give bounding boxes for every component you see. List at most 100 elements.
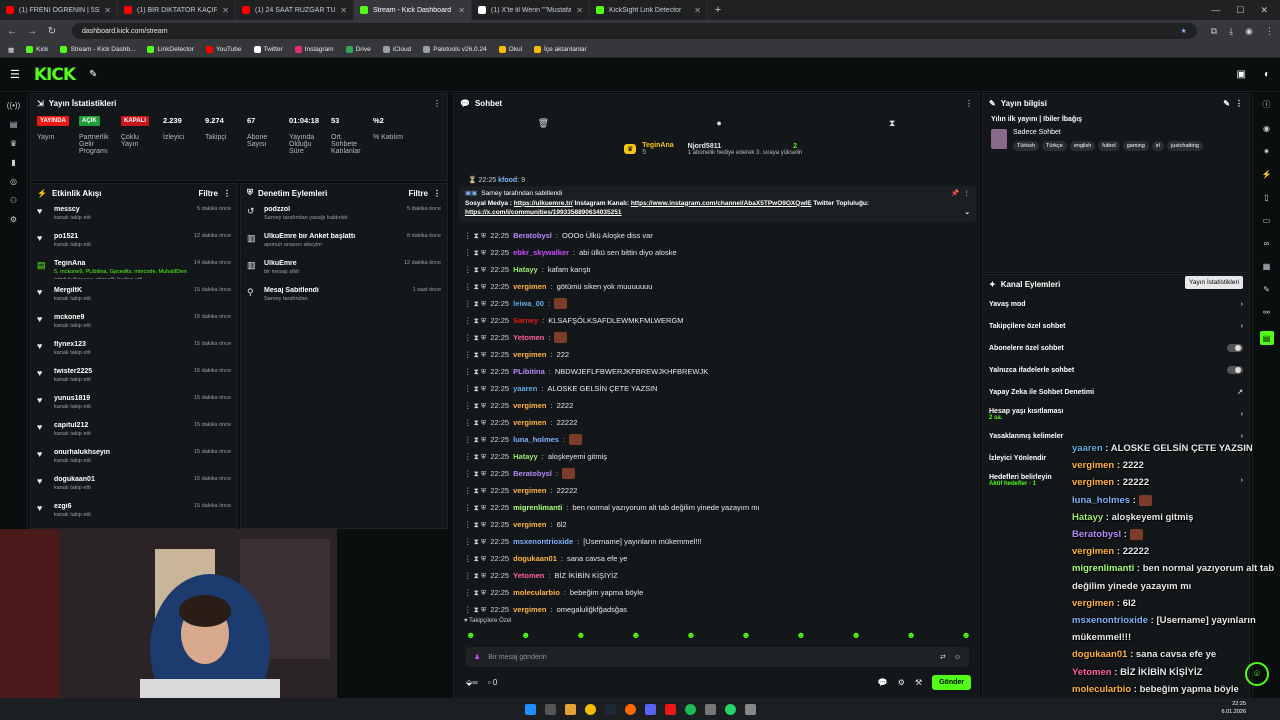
message-actions-icon[interactable]: ⋮ ⧗ ⛨: [464, 418, 486, 428]
chevron-right-icon[interactable]: ›: [1241, 433, 1243, 440]
message-user[interactable]: dogukaan01: [513, 554, 557, 563]
download-icon[interactable]: ⤓: [1229, 26, 1233, 37]
chat-message[interactable]: ⋮ ⧗ ⛨ 22:25 vergimen:222: [464, 346, 969, 363]
activity-filter-button[interactable]: Filtre: [198, 189, 218, 198]
message-user[interactable]: molecularbio: [513, 588, 560, 597]
points-icon[interactable]: ⬙∞: [466, 678, 478, 687]
chat-message[interactable]: ⋮ ⧗ ⛨ 22:25 Hatayy: aloşkeyemi gitmiş: [464, 448, 969, 465]
highlight-icon[interactable]: ▤: [1259, 331, 1274, 345]
layout-icon[interactable]: ▣: [1237, 69, 1246, 80]
feed-item[interactable]: ♥ mckone9 kanalı takip etti 15 dakika önce: [31, 310, 237, 337]
new-tab-button[interactable]: +: [708, 4, 728, 16]
stream-tag[interactable]: english: [1069, 141, 1096, 151]
emote-icon[interactable]: ☻: [521, 630, 530, 640]
browser-tab[interactable]: KickSight Link Detector ✕: [590, 0, 708, 20]
message-user[interactable]: Yetomen: [513, 571, 544, 580]
chat-message[interactable]: ⋮ ⧗ ⛨ 22:25 Beratobysl: OOOo Ülkü Aloşke di…: [464, 227, 969, 244]
bookmark-item[interactable]: Kick: [26, 46, 48, 53]
chat-message[interactable]: ⋮ ⧗ ⛨ 22:25 vergimen:22222: [464, 482, 969, 499]
doc-icon[interactable]: ▯: [1264, 193, 1268, 202]
bookmark-item[interactable]: Drive: [345, 46, 371, 53]
app3-icon[interactable]: [744, 703, 756, 715]
chat-message[interactable]: ⋮ ⧗ ⛨ 22:25 PLibitina: NBDWJEFLFBWERJKFBREW…: [464, 363, 969, 380]
toggle-switch[interactable]: [1227, 366, 1243, 374]
chat-message[interactable]: ⋮ ⧗ ⛨ 22:25 vergimen: götümü siken yok muuu…: [464, 278, 969, 295]
share-icon[interactable]: ⚯: [1263, 308, 1270, 317]
feed-item[interactable]: ♥ flynex123 kanalı takip etti 15 dakika önc…: [31, 337, 237, 364]
message-actions-icon[interactable]: ⋮ ⧗ ⛨: [464, 248, 486, 258]
chat-rail-icon[interactable]: ▭: [1263, 216, 1271, 225]
feed-item[interactable]: ▤ TeginAna 5, mckone9, PLibitina, Gpcedits…: [31, 256, 237, 283]
chat-message[interactable]: ⋮ ⧗ ⛨ 22:25 msxenontrioxide: [Username] yay…: [464, 533, 969, 550]
chat-more-icon[interactable]: ⋮: [965, 99, 973, 108]
action-row[interactable]: Yavaş mod ›: [983, 293, 1249, 315]
tab-close-icon[interactable]: ✕: [576, 6, 583, 15]
hamburger-icon[interactable]: ☰: [10, 68, 20, 81]
message-user[interactable]: PLibitina: [513, 367, 545, 376]
expand-icon[interactable]: ⌄: [965, 208, 970, 218]
emote-icon[interactable]: ☻: [686, 630, 695, 640]
emote-icon[interactable]: ☻: [576, 630, 585, 640]
message-actions-icon[interactable]: ⋮ ⧗ ⛨: [464, 265, 486, 275]
info-more-icon[interactable]: ⋮: [1235, 99, 1243, 108]
minimize-icon[interactable]: —: [1211, 5, 1220, 16]
grid-icon[interactable]: ▦: [1263, 262, 1271, 271]
unpin-icon[interactable]: 📌: [951, 189, 959, 199]
tool-icon[interactable]: ✎: [1263, 285, 1270, 294]
message-user[interactable]: Hatayy: [513, 265, 538, 274]
message-user[interactable]: vergimen: [513, 401, 546, 410]
action-row[interactable]: Yapay Zeka ile Sohbet Denetimi ↗: [983, 381, 1249, 403]
chevron-right-icon[interactable]: ›: [1241, 301, 1243, 308]
toggle-switch[interactable]: [1227, 344, 1243, 352]
app2-icon[interactable]: [704, 703, 716, 715]
message-actions-icon[interactable]: ⋮ ⧗ ⛨: [464, 571, 486, 581]
message-actions-icon[interactable]: ⋮ ⧗ ⛨: [464, 350, 486, 360]
emote-icon[interactable]: ☻: [906, 630, 915, 640]
message-user[interactable]: vergimen: [513, 418, 546, 427]
chevron-right-icon[interactable]: ›: [1241, 411, 1243, 418]
feed-item[interactable]: ♥ twister2225 kanalı takip etti 15 dakika ö…: [31, 364, 237, 391]
browser-tab[interactable]: (1) BİR DİKTATÖR KAÇIRILIRSA ✕: [118, 0, 236, 20]
feed-item[interactable]: ♥ dogukaan01 kanalı takip etti 15 dakika ön…: [31, 472, 237, 499]
pinned-more-icon[interactable]: ⋮: [964, 189, 971, 199]
chat-message[interactable]: ⋮ ⧗ ⛨ 22:25 leiwa_00:: [464, 295, 969, 312]
external-link-icon[interactable]: ↗: [1237, 388, 1243, 396]
message-actions-icon[interactable]: ⋮ ⧗ ⛨: [464, 537, 486, 547]
feed-item[interactable]: ♥ MergiltK kanalı takip etti 15 dakika önce: [31, 283, 237, 310]
chat-bubble-icon[interactable]: 💬: [878, 678, 888, 687]
message-actions-icon[interactable]: ⋮ ⧗ ⛨: [464, 520, 486, 530]
trash-icon[interactable]: 🗑: [538, 118, 549, 129]
bookmark-item[interactable]: YouTube: [205, 46, 242, 53]
feed-item[interactable]: ⚲ Mesaj Sabitlendi Sarney tarafından 1 saat…: [241, 283, 447, 310]
message-user[interactable]: vergimen: [513, 520, 546, 529]
chat-message[interactable]: ⋮ ⧗ ⛨ 22:25 luna_holmes:: [464, 431, 969, 448]
mod-icon[interactable]: ⚒: [915, 678, 922, 687]
app-icon[interactable]: [664, 703, 676, 715]
message-actions-icon[interactable]: ⋮ ⧗ ⛨: [464, 316, 486, 326]
chat-message[interactable]: ⋮ ⧗ ⛨ 22:25 Yetomen:: [464, 329, 969, 346]
message-actions-icon[interactable]: ⋮ ⧗ ⛨: [464, 299, 486, 309]
stream-tag[interactable]: justchatting: [1167, 141, 1203, 151]
pinned-link-2[interactable]: https://www.instagram.com/channel/AbaX5T…: [631, 200, 812, 207]
message-actions-icon[interactable]: ⋮ ⧗ ⛨: [464, 231, 486, 241]
message-actions-icon[interactable]: ⋮ ⧗ ⛨: [464, 554, 486, 564]
spotify-icon[interactable]: [684, 703, 696, 715]
message-user[interactable]: vergimen: [513, 486, 546, 495]
feed-item[interactable]: ▥ UlkuEmre bir Anket başlattı aponun anası…: [241, 229, 447, 256]
pin-icon[interactable]: ✎: [89, 69, 97, 80]
tab-close-icon[interactable]: ✕: [694, 6, 701, 15]
settings-icon[interactable]: ⚙: [10, 215, 17, 224]
chat-message[interactable]: ⋮ ⧗ ⛨ 22:25 Sarney: KLSAFŞÖLKSAFDLEWMKFMLWE…: [464, 312, 969, 329]
browser-tab[interactable]: Stream - Kick Dashboard ✕: [354, 0, 472, 20]
feed-item[interactable]: ♥ capitul212 kanalı takip etti 15 dakika ön…: [31, 418, 237, 445]
chat-message[interactable]: ⋮ ⧗ ⛨ 22:25 yaaren: ALOSKE GELSİN ÇETE YAZS…: [464, 380, 969, 397]
browser-tab[interactable]: (1) X'te lil Wenn ""Mustafa kem ✕: [472, 0, 590, 20]
stream-icon[interactable]: ((•)): [7, 101, 20, 110]
feed-item[interactable]: ♥ messcy kanalı takip etti 5 dakika önce: [31, 202, 237, 229]
message-actions-icon[interactable]: ⋮ ⧗ ⛨: [464, 401, 486, 411]
chevron-right-icon[interactable]: ›: [1241, 323, 1243, 330]
menu-icon[interactable]: ⋮: [1265, 26, 1274, 37]
stream-tag[interactable]: irl: [1151, 141, 1165, 151]
camera-icon[interactable]: ◎: [10, 177, 17, 186]
edit-icon[interactable]: ✎: [1223, 99, 1230, 108]
